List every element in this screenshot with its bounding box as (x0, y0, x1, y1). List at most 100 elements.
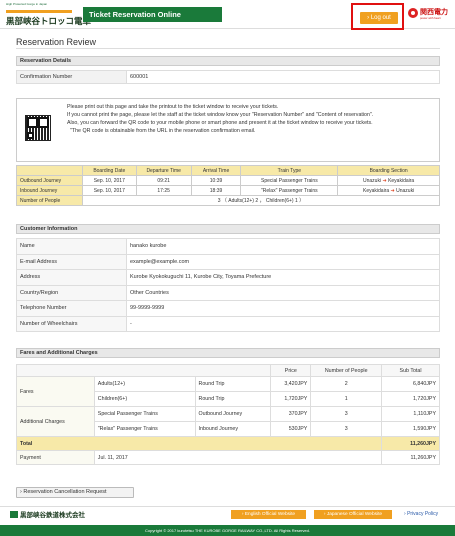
table-row: Inbound Journey Sep. 10, 2017 17:25 18:3… (16, 185, 440, 196)
company-mark-icon (10, 511, 18, 518)
cancellation-request-button[interactable]: › Reservation Cancellation Request (16, 487, 134, 498)
english-site-link[interactable]: › English Official Website (231, 510, 306, 519)
fare-subtotal: 1,590JPY (381, 421, 440, 437)
fare-people: 3 (310, 421, 383, 437)
table-row: Telephone Number 99-9999-9999 (16, 300, 440, 317)
table-row: Number of People 3 （ Adults(12+) 2 ， Chi… (16, 195, 441, 206)
departure-time: 09:21 (135, 175, 192, 186)
fare-people: 3 (310, 406, 383, 422)
fare-item: Children(6+) (93, 391, 196, 407)
total-label: Total (15, 436, 383, 451)
customer-value: example@example.com (126, 253, 440, 270)
table-row: Outbound Journey Sep. 10, 2017 09:21 10:… (16, 175, 440, 186)
japanese-site-link[interactable]: › Japanese Official Website (314, 510, 392, 519)
table-row: Additional Charges Special Passenger Tra… (16, 406, 440, 437)
partner-sub: power with heart (420, 16, 441, 20)
logo-name: 黒部峡谷トロッコ電車 (6, 17, 92, 27)
fare-subtotal: 6,840JPY (381, 376, 440, 392)
boarding-section: Unazuki ➜ Keyakidaira (337, 175, 440, 186)
logo-bar (6, 10, 72, 13)
section-to: Unazuki (396, 187, 415, 194)
journey-col-header: Boarding Date (81, 165, 137, 176)
fare-price: 3,420JPY (270, 376, 312, 392)
fares-header-blank (15, 364, 272, 377)
customer-value: Other Countries (126, 284, 440, 301)
arrival-time: 10:39 (190, 175, 242, 186)
title-divider (16, 48, 440, 49)
section-from: Unazuki (363, 177, 382, 184)
customer-value: hanako kurobe (126, 238, 440, 255)
table-row: Country/Region Other Countries (16, 284, 440, 301)
reservation-details-heading: Reservation Details (16, 56, 440, 66)
payment-date: Jul. 11, 2017 (93, 450, 383, 465)
payment-row: Payment Jul. 11, 2017 11,260JPY (16, 450, 440, 465)
fare-trip: Round Trip (194, 376, 272, 392)
cancellation-request-label: Reservation Cancellation Request (23, 489, 107, 495)
journey-col-header: Departure Time (135, 165, 192, 176)
journey-label: Outbound Journey (16, 175, 83, 186)
train-type: "Relax" Passenger Trains (240, 185, 339, 196)
instruction-line: Please print out this page and take the … (67, 104, 279, 110)
payment-value: 11,260JPY (381, 450, 440, 465)
journey-col-header: Train Type (240, 165, 339, 176)
fare-price: 1,720JPY (270, 391, 312, 407)
fares-group-label: Fares (16, 376, 95, 407)
customer-value: 99-9999-9999 (126, 300, 440, 317)
train-type: Special Passenger Trains (240, 175, 339, 186)
journey-col-header (16, 165, 83, 176)
total-value: 11,260JPY (381, 436, 440, 451)
copyright-bar: Copyright © 2017 kurotetsu THE KUROBE GO… (0, 525, 455, 536)
section-from: Keyakidaira (363, 187, 390, 194)
fare-price: 370JPY (270, 406, 312, 422)
journey-col-header: Boarding Section (337, 165, 440, 176)
table-row: Address Kurobe Kyokokuguchi 11, Kurobe Ci… (16, 269, 440, 286)
people-label: Number of People (16, 195, 83, 206)
logout-button[interactable]: › Log out (360, 12, 398, 24)
fare-people: 1 (310, 391, 383, 407)
people-value: 3 （ Adults(12+) 2 ， Children(6+) 1 ） (81, 195, 441, 206)
customer-info-table: Name hanako kurobe E-mail Address example@… (16, 238, 440, 332)
boarding-date: Sep. 10, 2017 (81, 175, 137, 186)
fare-trip: Outbound Journey (194, 406, 272, 422)
japanese-site-label: Japanese Official Website (326, 512, 383, 517)
fare-item: Adults(12+) (93, 376, 196, 392)
departure-time: 17:25 (135, 185, 192, 196)
customer-label: Address (16, 269, 127, 286)
table-row: Number of Wheelchairs - (16, 315, 440, 332)
table-row: Name hanako kurobe (16, 238, 440, 255)
table-row: E-mail Address example@example.com (16, 253, 440, 270)
footer-divider (0, 506, 455, 507)
customer-info-heading: Customer Information (16, 224, 440, 234)
customer-label: Name (16, 238, 127, 255)
fare-trip: Inbound Journey (194, 421, 272, 437)
journey-label: Inbound Journey (16, 185, 83, 196)
fare-item: Special Passenger Trains (93, 406, 196, 422)
kepco-mark-icon (408, 8, 418, 18)
privacy-policy-label: Privacy Policy (407, 511, 439, 517)
fare-trip: Round Trip (194, 391, 272, 407)
kansai-electric-logo: 関西電力 power with heart (408, 7, 453, 23)
fare-price: 530JPY (270, 421, 312, 437)
fares-header-row: Price Number of People Sub Total (15, 364, 440, 377)
english-site-label: English Official Website (244, 512, 296, 517)
footer-company-name: 黒部峡谷鉄道株式会社 (20, 511, 85, 519)
confirmation-value: 600001 (126, 70, 440, 84)
reservation-details-table: Confirmation Number 600001 (16, 70, 440, 84)
instruction-line: "The QR code is obtainable from the URL … (70, 128, 256, 134)
total-row: Total 11,260JPY (15, 436, 440, 451)
fare-people: 2 (310, 376, 383, 392)
ticket-reservation-title: Ticket Reservation Online (83, 7, 222, 22)
additional-group-label: Additional Charges (16, 406, 95, 437)
journey-col-header: Arrival Time (190, 165, 242, 176)
fare-subtotal: 1,720JPY (381, 391, 440, 407)
kurobe-railway-logo[interactable]: High Protected Gorge in Japan 黒部峡谷トロッコ電車 (6, 3, 91, 27)
instruction-line: Also, you can forward the QR code to you… (67, 120, 373, 126)
privacy-policy-link[interactable]: › Privacy Policy (404, 511, 438, 517)
fares-heading: Fares and Additional Charges (16, 348, 440, 358)
instruction-line: If you cannot print the page, please let… (67, 112, 374, 118)
customer-label: Telephone Number (16, 300, 127, 317)
boarding-date: Sep. 10, 2017 (81, 185, 137, 196)
journey-table: Boarding Date Departure Time Arrival Tim… (16, 165, 441, 206)
customer-label: Number of Wheelchairs (16, 315, 127, 332)
qr-instructions-panel: Please print out this page and take the … (16, 98, 440, 162)
